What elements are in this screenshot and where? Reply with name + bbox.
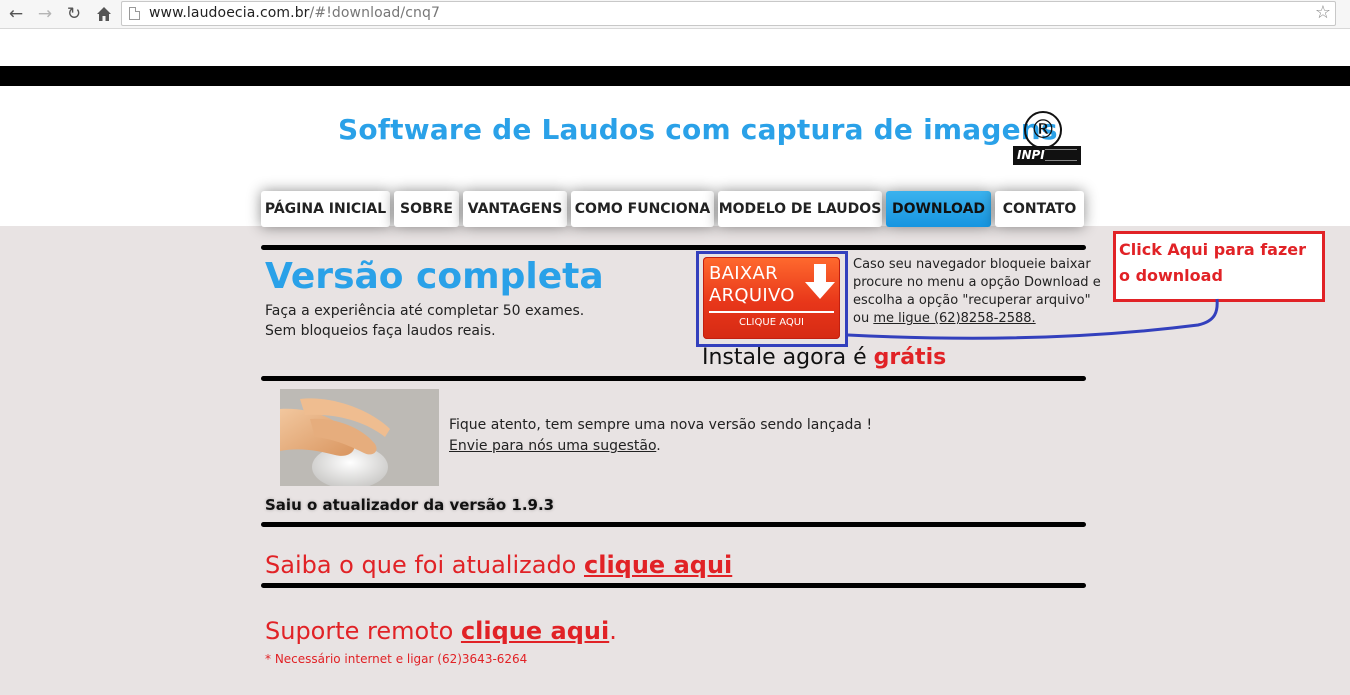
download-button[interactable]: BAIXAR ARQUIVO CLIQUE AQUI [703,257,840,339]
bookmark-star-icon[interactable]: ☆ [1315,2,1331,23]
version-title: Versão completa [265,256,604,297]
home-icon[interactable] [93,3,115,25]
download-button-line-2: ARQUIVO [709,285,795,306]
site-title: Software de Laudos com captura de imagen… [338,113,1058,146]
menu-item-pagina-inicial[interactable]: PÁGINA INICIAL [261,191,390,227]
download-button-sub: CLIQUE AQUI [739,317,804,328]
updater-notice: Saiu o atualizador da versão 1.9.3 [265,496,555,514]
suggestion-link[interactable]: Envie para nós uma sugestão [449,438,656,454]
new-version-notice: Fique atento, tem sempre uma nova versão… [449,417,873,433]
divider [261,245,1086,250]
menu-item-como-funciona[interactable]: COMO FUNCIONA [571,191,714,227]
browser-toolbar: ← → ↻ www.laudoecia.com.br/#!download/cn… [0,0,1350,29]
annotation-callout: Click Aqui para fazer o download [1113,231,1325,302]
install-free-highlight: grátis [873,345,947,370]
menu-item-modelo-de-laudos[interactable]: MODELO DE LAUDOS [718,191,882,227]
menu-item-contato[interactable]: CONTATO [995,191,1084,227]
install-now-text: Instale agora é grátis [702,345,947,370]
menu-item-vantagens[interactable]: VANTAGENS [463,191,567,227]
version-line-2: Sem bloqueios faça laudos reais. [265,323,496,339]
download-button-divider [709,311,834,313]
suggestion-line: Envie para nós uma sugestão. [449,438,661,454]
download-info-line-4: ou me ligue (62)8258-2588. [853,311,1036,326]
version-line-1: Faça a experiência até completar 50 exam… [265,303,585,319]
menu-item-sobre[interactable]: SOBRE [394,191,459,227]
page-icon [129,7,140,20]
phone-link[interactable]: me ligue (62)8258-2588. [873,311,1035,326]
divider [261,376,1086,381]
suporte-note: * Necessário internet e ligar (62)3643-6… [265,652,528,666]
forward-arrow-icon[interactable]: → [34,3,56,25]
suporte-heading: Suporte remoto clique aqui. [265,617,617,645]
download-info-line-1: Caso seu navegador bloqueie baixar [853,257,1091,272]
inpi-logo: INPI [1013,146,1081,165]
saiba-heading: Saiba o que foi atualizado clique aqui [265,551,733,579]
divider [261,583,1086,588]
reload-icon[interactable]: ↻ [63,3,85,25]
annotation-text: Click Aqui para fazer o download [1119,240,1307,285]
menu-item-download[interactable]: DOWNLOAD [886,191,991,227]
black-top-bar [0,66,1350,86]
download-info-line-3: escolha a opção "recuperar arquivo" [853,293,1091,308]
address-bar[interactable]: www.laudoecia.com.br/#!download/cnq7 ☆ [121,1,1336,26]
divider [261,522,1086,527]
url-text: www.laudoecia.com.br/#!download/cnq7 [149,5,440,21]
back-arrow-icon[interactable]: ← [5,3,27,25]
suporte-clique-aqui-link[interactable]: clique aqui [461,617,609,645]
download-button-line-1: BAIXAR [709,263,778,284]
registered-mark-icon: ® [1024,111,1062,149]
download-info-line-2: procure no menu a opção Download e [853,275,1101,290]
hand-on-mouse-image [280,389,439,486]
page-top-strip [0,29,1350,66]
download-arrow-icon [805,264,835,299]
saiba-clique-aqui-link[interactable]: clique aqui [584,551,732,579]
